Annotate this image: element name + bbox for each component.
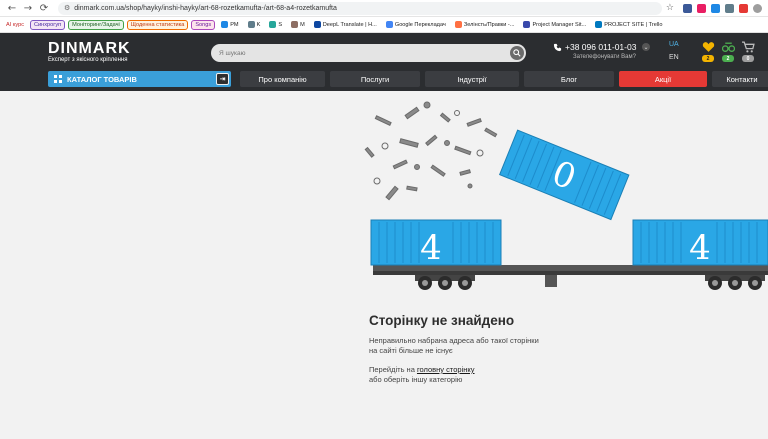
bookmark-item[interactable]: Project Manager Sit... [520,20,589,29]
container-middle: 0 [498,129,630,221]
bookmark-item[interactable]: AI курс [3,21,27,29]
phone-icon [553,43,562,52]
heart-icon[interactable] [702,41,715,53]
bookmark-item[interactable]: Songs [191,19,216,30]
url-field[interactable]: ⚙ dinmark.com.ua/shop/hayky/inshi-hayky/… [58,1,662,15]
bookmark-label: Google Перекладач [394,21,446,28]
bookmark-item[interactable]: PROJECT SITE | Trello [592,20,665,29]
bookmark-label: AI курс [6,21,24,28]
bookmark-item[interactable]: Моніторинг/Задачі [68,19,124,30]
nav-item[interactable]: Блог [524,71,614,87]
favicon-icon [269,21,277,28]
bookmark-item[interactable]: DeepL Translate | H... [311,20,380,29]
favicon-icon [595,21,603,28]
bookmarks-bar: AI курс Синхрогуп Моніторинг/Задачі Щоденна… [0,17,768,33]
nav-item[interactable]: Про компанію [240,71,325,87]
catalog-label: КАТАЛОГ ТОВАРІВ [67,74,137,84]
bookmark-item[interactable]: Щоденна статистика [126,19,189,30]
favicon-icon [313,21,321,28]
error-page: 0 4 4 Сторінку не знайдено Неправильно н… [0,91,768,439]
favicon-icon [221,21,229,28]
fasteners-cluster [364,101,498,201]
cart-icon[interactable] [742,41,755,53]
404-illustration: 0 4 4 [364,101,768,290]
bookmark-label: Зелінсть/Правки -... [463,21,515,28]
search-box [211,44,526,62]
bookmark-label: Моніторинг/Задачі [72,21,120,28]
search-icon [513,49,521,57]
bookmark-label: PM [230,21,239,28]
container-left: 4 [370,219,502,268]
back-icon[interactable]: ← [6,2,18,14]
main-navigation: КАТАЛОГ ТОВАРІВ ⇥ Про компанію Послуги Інд… [0,69,768,89]
site-logo[interactable]: DINMARK [48,40,131,58]
container-right: 4 [632,219,768,268]
bookmark-label: DeepL Translate | H... [322,21,377,28]
digit-right: 4 [689,228,711,268]
hint-prefix: Перейдіть на [369,365,417,374]
bookmark-item[interactable]: S [266,20,285,29]
bookmark-item[interactable]: M [288,20,308,29]
extension-icon[interactable] [739,3,748,13]
arrow-right-icon[interactable]: ⇥ [216,73,229,85]
bookmark-label: PROJECT SITE | Trello [604,21,663,28]
compare-icon[interactable] [722,41,735,53]
bookmark-star-icon[interactable]: ☆ [666,3,674,13]
nav-item[interactable]: Індустрії [425,71,519,87]
nav-item[interactable]: Контакти [712,71,768,87]
bookmark-label: Project Manager Sit... [532,21,587,28]
nav-item[interactable]: Послуги [330,71,420,87]
logo-tagline: Експерт з якісного кріплення [48,57,128,63]
favicon-icon [523,21,531,28]
error-description: Неправильно набрана адреса або такої сто… [369,336,539,355]
extension-icon[interactable] [683,3,692,13]
chevron-down-icon[interactable]: ⌄ [642,43,650,51]
catalog-button[interactable]: КАТАЛОГ ТОВАРІВ ⇥ [48,71,231,87]
extension-icon[interactable] [725,3,734,13]
error-hint: Перейдіть на головну сторінку або оберіт… [369,365,549,385]
bookmark-label: Синхрогуп [34,21,62,28]
phone-number[interactable]: +38 096 011-01-03 [565,42,636,52]
forward-icon[interactable]: → [22,2,34,14]
bookmark-item[interactable]: Синхрогуп [30,19,66,30]
logo-text: DINMARK [48,40,131,57]
search-input[interactable] [219,47,499,59]
bookmark-label: Щоденна статистика [130,21,185,28]
compare-badge: 2 [722,55,734,62]
extension-icon[interactable] [697,3,706,13]
favicon-icon [291,21,299,28]
reload-icon[interactable]: ⟳ [38,2,50,14]
trailer-wheels [415,275,765,290]
bookmark-label: Songs [195,21,212,28]
favicon-icon [247,21,255,28]
site-info-icon[interactable]: ⚙ [64,4,70,12]
page-title: Сторінку не знайдено [369,313,515,328]
digit-left: 4 [420,228,442,268]
bookmark-item[interactable]: Зелінсть/Правки -... [452,20,518,29]
browser-address-bar: ← → ⟳ ⚙ dinmark.com.ua/shop/hayky/inshi-… [0,0,768,17]
bookmark-item[interactable]: K [245,20,264,29]
callback-link[interactable]: Зателефонувати Вам? [573,54,636,60]
search-button[interactable] [510,46,524,60]
cart-badge: 0 [742,55,754,62]
bookmark-label: S [278,21,283,28]
bookmark-item[interactable]: PM [218,20,241,29]
extension-icon[interactable] [711,3,720,13]
hint-suffix: або оберіть іншу категорію [369,375,463,384]
lang-ua[interactable]: UA [669,41,679,48]
lang-en[interactable]: EN [669,54,679,61]
bookmark-item[interactable]: Google Перекладач [383,20,449,29]
bookmark-label: M [300,21,305,28]
profile-avatar[interactable] [753,3,762,13]
home-page-link[interactable]: головну сторінку [417,365,475,374]
favicon-icon [454,21,462,28]
bookmark-label: K [256,21,261,28]
favicon-icon [385,21,393,28]
nav-item[interactable]: Акції [619,71,707,87]
grid-icon [54,75,62,83]
favorites-badge: 2 [702,55,714,62]
url-text: dinmark.com.ua/shop/hayky/inshi-hayky/ar… [74,4,337,12]
